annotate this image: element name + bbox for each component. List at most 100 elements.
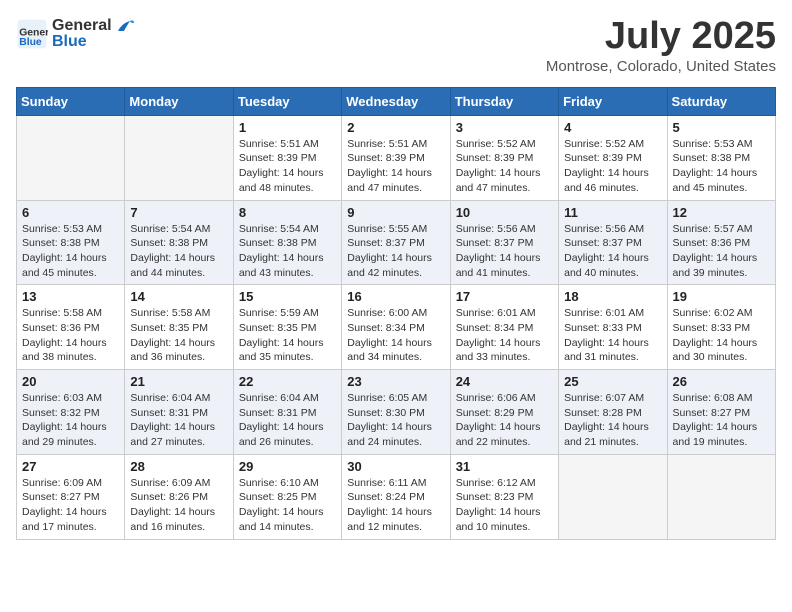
day-info: Sunrise: 5:53 AM Sunset: 8:38 PM Dayligh… [22,222,119,281]
day-number: 14 [130,289,227,304]
calendar-day-cell: 30 Sunrise: 6:11 AM Sunset: 8:24 PM Dayli… [342,454,450,539]
calendar-day-cell: 2 Sunrise: 5:51 AM Sunset: 8:39 PM Daylig… [342,115,450,200]
calendar-day-cell: 11 Sunrise: 5:56 AM Sunset: 8:37 PM Dayli… [559,200,667,285]
day-of-week-header: Sunday [17,87,125,115]
day-info: Sunrise: 5:54 AM Sunset: 8:38 PM Dayligh… [239,222,336,281]
calendar-day-cell [559,454,667,539]
day-info: Sunrise: 5:56 AM Sunset: 8:37 PM Dayligh… [564,222,661,281]
day-info: Sunrise: 5:58 AM Sunset: 8:35 PM Dayligh… [130,306,227,365]
day-info: Sunrise: 5:51 AM Sunset: 8:39 PM Dayligh… [347,137,444,196]
page-header: General Blue General Blue July 2025 Mont… [16,16,776,75]
logo-blue: Blue [52,33,134,51]
calendar-day-cell: 14 Sunrise: 5:58 AM Sunset: 8:35 PM Dayli… [125,285,233,370]
day-number: 4 [564,120,661,135]
day-info: Sunrise: 6:02 AM Sunset: 8:33 PM Dayligh… [673,306,770,365]
calendar-day-cell: 27Sunrise: 6:09 AM Sunset: 8:27 PM Dayli… [17,454,125,539]
calendar-day-cell: 29 Sunrise: 6:10 AM Sunset: 8:25 PM Dayli… [233,454,341,539]
calendar-day-cell: 20Sunrise: 6:03 AM Sunset: 8:32 PM Dayli… [17,370,125,455]
logo-bird-icon [116,17,134,35]
day-number: 2 [347,120,444,135]
calendar-day-cell [125,115,233,200]
day-number: 28 [130,459,227,474]
calendar-day-cell: 8 Sunrise: 5:54 AM Sunset: 8:38 PM Daylig… [233,200,341,285]
calendar-day-cell: 7 Sunrise: 5:54 AM Sunset: 8:38 PM Daylig… [125,200,233,285]
day-number: 26 [673,374,770,389]
day-of-week-header: Saturday [667,87,775,115]
day-number: 25 [564,374,661,389]
calendar-day-cell: 4 Sunrise: 5:52 AM Sunset: 8:39 PM Daylig… [559,115,667,200]
day-number: 11 [564,205,661,220]
calendar-day-cell: 13Sunrise: 5:58 AM Sunset: 8:36 PM Dayli… [17,285,125,370]
day-of-week-header: Tuesday [233,87,341,115]
day-number: 29 [239,459,336,474]
day-of-week-header: Wednesday [342,87,450,115]
day-number: 12 [673,205,770,220]
day-info: Sunrise: 5:54 AM Sunset: 8:38 PM Dayligh… [130,222,227,281]
day-info: Sunrise: 6:08 AM Sunset: 8:27 PM Dayligh… [673,391,770,450]
calendar-week-row: 20Sunrise: 6:03 AM Sunset: 8:32 PM Dayli… [17,370,776,455]
location-label: Montrose, Colorado, United States [546,58,776,75]
day-number: 8 [239,205,336,220]
calendar-day-cell: 21Sunrise: 6:04 AM Sunset: 8:31 PM Dayli… [125,370,233,455]
day-info: Sunrise: 6:11 AM Sunset: 8:24 PM Dayligh… [347,476,444,535]
day-info: Sunrise: 6:01 AM Sunset: 8:34 PM Dayligh… [456,306,553,365]
calendar-day-cell: 16 Sunrise: 6:00 AM Sunset: 8:34 PM Dayli… [342,285,450,370]
day-number: 31 [456,459,553,474]
day-info: Sunrise: 6:09 AM Sunset: 8:27 PM Dayligh… [22,476,119,535]
calendar-day-cell [667,454,775,539]
logo: General Blue General Blue [16,16,134,51]
day-info: Sunrise: 5:57 AM Sunset: 8:36 PM Dayligh… [673,222,770,281]
calendar-day-cell: 1 Sunrise: 5:51 AM Sunset: 8:39 PM Daylig… [233,115,341,200]
calendar-day-cell: 26 Sunrise: 6:08 AM Sunset: 8:27 PM Dayli… [667,370,775,455]
day-number: 19 [673,289,770,304]
calendar-day-cell: 12 Sunrise: 5:57 AM Sunset: 8:36 PM Dayli… [667,200,775,285]
day-info: Sunrise: 6:04 AM Sunset: 8:31 PM Dayligh… [239,391,336,450]
day-info: Sunrise: 5:59 AM Sunset: 8:35 PM Dayligh… [239,306,336,365]
day-number: 24 [456,374,553,389]
day-number: 22 [239,374,336,389]
day-info: Sunrise: 5:56 AM Sunset: 8:37 PM Dayligh… [456,222,553,281]
logo-general: General [52,17,112,34]
calendar-day-cell: 15 Sunrise: 5:59 AM Sunset: 8:35 PM Dayli… [233,285,341,370]
logo-icon: General Blue [16,18,48,50]
day-number: 16 [347,289,444,304]
calendar-day-cell: 31 Sunrise: 6:12 AM Sunset: 8:23 PM Dayli… [450,454,558,539]
day-info: Sunrise: 6:07 AM Sunset: 8:28 PM Dayligh… [564,391,661,450]
day-info: Sunrise: 6:09 AM Sunset: 8:26 PM Dayligh… [130,476,227,535]
day-of-week-header: Monday [125,87,233,115]
calendar-header-row: SundayMondayTuesdayWednesdayThursdayFrid… [17,87,776,115]
day-number: 9 [347,205,444,220]
day-info: Sunrise: 6:06 AM Sunset: 8:29 PM Dayligh… [456,391,553,450]
calendar-week-row: 27Sunrise: 6:09 AM Sunset: 8:27 PM Dayli… [17,454,776,539]
calendar-day-cell: 25 Sunrise: 6:07 AM Sunset: 8:28 PM Dayli… [559,370,667,455]
day-info: Sunrise: 6:00 AM Sunset: 8:34 PM Dayligh… [347,306,444,365]
day-info: Sunrise: 5:53 AM Sunset: 8:38 PM Dayligh… [673,137,770,196]
day-info: Sunrise: 6:05 AM Sunset: 8:30 PM Dayligh… [347,391,444,450]
day-info: Sunrise: 6:12 AM Sunset: 8:23 PM Dayligh… [456,476,553,535]
day-of-week-header: Thursday [450,87,558,115]
day-number: 10 [456,205,553,220]
day-info: Sunrise: 5:51 AM Sunset: 8:39 PM Dayligh… [239,137,336,196]
calendar-table: SundayMondayTuesdayWednesdayThursdayFrid… [16,87,776,540]
calendar-week-row: 6Sunrise: 5:53 AM Sunset: 8:38 PM Daylig… [17,200,776,285]
day-info: Sunrise: 5:52 AM Sunset: 8:39 PM Dayligh… [564,137,661,196]
day-number: 3 [456,120,553,135]
calendar-day-cell: 5Sunrise: 5:53 AM Sunset: 8:38 PM Daylig… [667,115,775,200]
calendar-day-cell: 18Sunrise: 6:01 AM Sunset: 8:33 PM Dayli… [559,285,667,370]
calendar-day-cell: 19 Sunrise: 6:02 AM Sunset: 8:33 PM Dayli… [667,285,775,370]
day-number: 15 [239,289,336,304]
calendar-day-cell: 23 Sunrise: 6:05 AM Sunset: 8:30 PM Dayli… [342,370,450,455]
day-number: 23 [347,374,444,389]
calendar-week-row: 13Sunrise: 5:58 AM Sunset: 8:36 PM Dayli… [17,285,776,370]
day-number: 1 [239,120,336,135]
calendar-day-cell: 28 Sunrise: 6:09 AM Sunset: 8:26 PM Dayli… [125,454,233,539]
day-number: 18 [564,289,661,304]
day-info: Sunrise: 6:04 AM Sunset: 8:31 PM Dayligh… [130,391,227,450]
day-number: 30 [347,459,444,474]
calendar-day-cell: 24 Sunrise: 6:06 AM Sunset: 8:29 PM Dayli… [450,370,558,455]
day-info: Sunrise: 5:58 AM Sunset: 8:36 PM Dayligh… [22,306,119,365]
day-number: 7 [130,205,227,220]
day-info: Sunrise: 6:03 AM Sunset: 8:32 PM Dayligh… [22,391,119,450]
day-info: Sunrise: 6:10 AM Sunset: 8:25 PM Dayligh… [239,476,336,535]
calendar-day-cell: 6Sunrise: 5:53 AM Sunset: 8:38 PM Daylig… [17,200,125,285]
